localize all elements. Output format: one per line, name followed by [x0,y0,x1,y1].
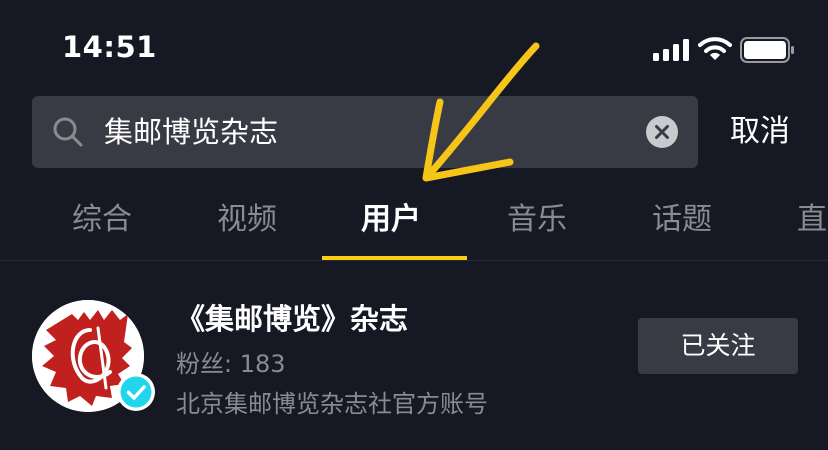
app-screen: 14:51 集邮博览杂志 取消 综合 视频 用户 音乐 话题 直 《集邮博览》杂… [0,0,828,450]
follower-count: 粉丝: 183 [176,350,286,378]
user-name[interactable]: 《集邮博览》杂志 [176,296,408,338]
clear-icon[interactable] [646,116,678,148]
user-description: 北京集邮博览杂志社官方账号 [176,390,488,418]
tabs-divider [0,260,828,261]
status-time: 14:51 [62,30,157,64]
tab-music[interactable]: 音乐 [507,190,567,250]
tab-videos[interactable]: 视频 [217,190,277,250]
verified-badge-icon [117,373,155,411]
user-result-item[interactable]: 《集邮博览》杂志 粉丝: 183 北京集邮博览杂志社官方账号 已关注 [0,262,828,450]
battery-icon [740,37,794,63]
tab-live[interactable]: 直 [797,190,827,250]
tab-topics[interactable]: 话题 [652,190,712,250]
wifi-icon [698,37,732,60]
signal-icon [653,39,689,61]
search-icon [53,117,83,147]
tab-comprehensive[interactable]: 综合 [72,190,132,250]
search-bar[interactable]: 集邮博览杂志 [32,96,698,168]
tab-users[interactable]: 用户 [361,190,421,250]
cancel-button[interactable]: 取消 [730,96,790,168]
search-tabs: 综合 视频 用户 音乐 话题 直 [0,190,828,260]
following-button[interactable]: 已关注 [638,318,798,374]
search-input[interactable]: 集邮博览杂志 [104,96,278,168]
